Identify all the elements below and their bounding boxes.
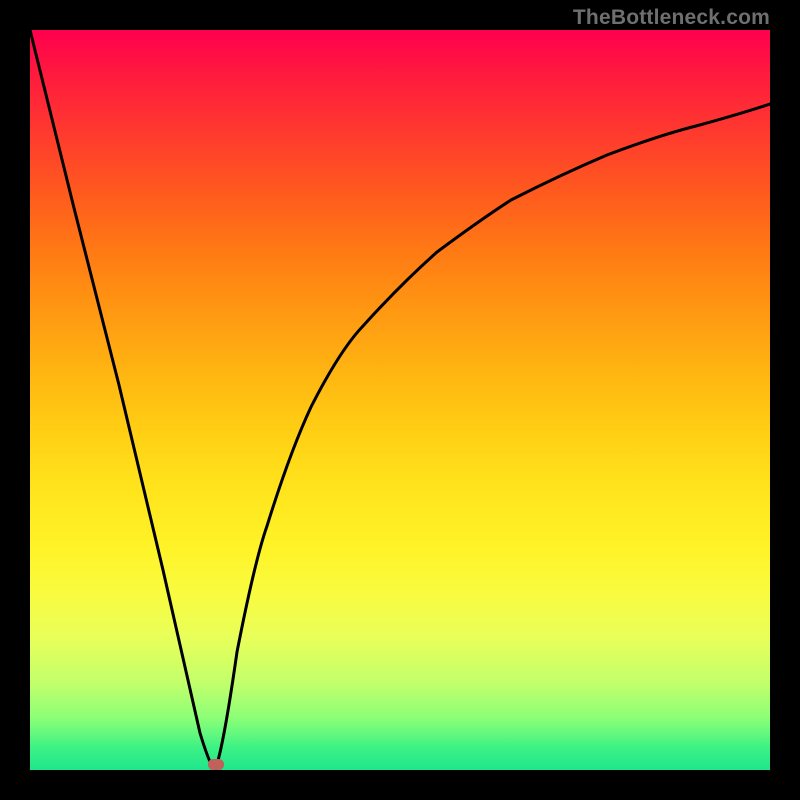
minimum-marker-icon — [208, 759, 224, 770]
curve-layer — [30, 30, 770, 770]
watermark-text: TheBottleneck.com — [573, 6, 770, 30]
chart-frame: TheBottleneck.com — [0, 0, 800, 800]
right-branch-line — [215, 104, 770, 770]
plot-area — [30, 30, 770, 770]
left-branch-line — [30, 30, 215, 770]
